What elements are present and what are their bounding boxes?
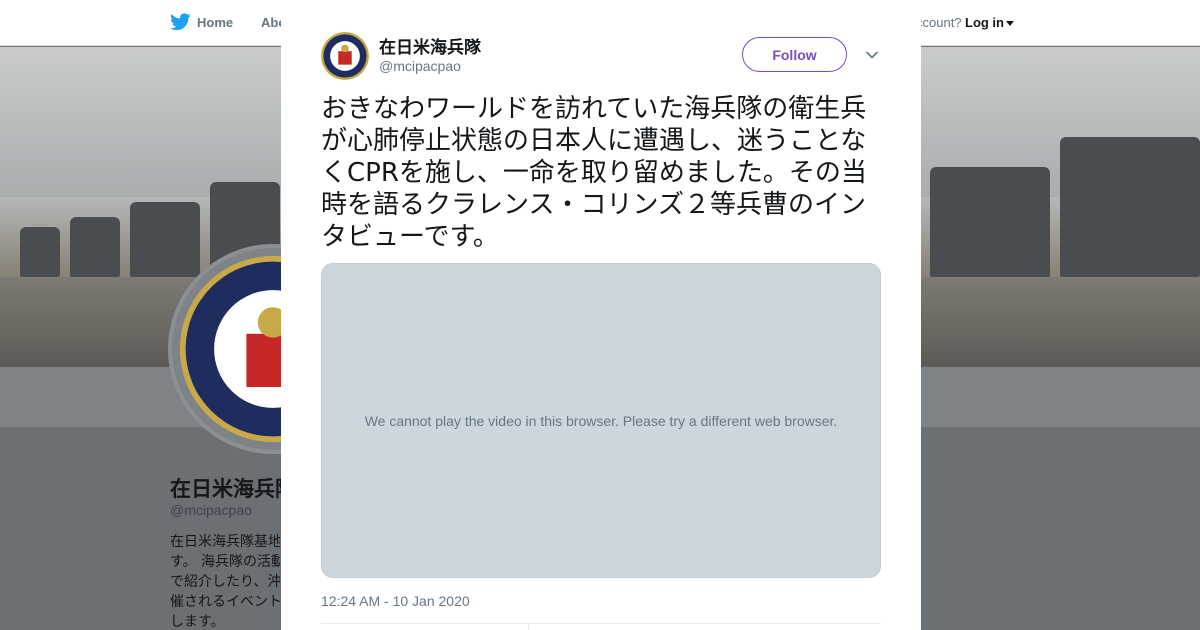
twitter-bird-icon[interactable]: [170, 13, 191, 31]
marine-corps-seal-icon: [321, 32, 369, 80]
profile-bio: 在日米海兵隊基地 す。 海兵隊の活動 で紹介したり、沖 催されるイベント します…: [170, 532, 280, 630]
bio-line: 催されるイベント: [170, 594, 280, 610]
account-prompt: ccount?: [916, 15, 962, 30]
profile-handle: @mcipacpao: [170, 502, 252, 518]
video-error-message: We cannot play the video in this browser…: [364, 412, 838, 429]
nav-home-link[interactable]: Home: [197, 15, 233, 30]
tweet-author-handle[interactable]: @mcipacpao: [379, 58, 461, 74]
tweet-text: おきなわワールドを訪れていた海兵隊の衛生兵が心肺停止状態の日本人に遭遇し、迷うこ…: [321, 94, 867, 252]
banner-aircraft: [930, 167, 1050, 277]
login-button[interactable]: Log in: [965, 15, 1014, 30]
profile-name: 在日米海兵隊: [170, 477, 296, 501]
login-label: Log in: [965, 15, 1004, 30]
banner-aircraft: [20, 227, 60, 277]
banner-aircraft: [1060, 137, 1200, 277]
divider: [528, 623, 529, 630]
tweet-modal: 在日米海兵隊 @mcipacpao Follow おきなわワールドを訪れていた海…: [281, 0, 921, 630]
tweet-timestamp[interactable]: 12:24 AM - 10 Jan 2020: [321, 593, 470, 609]
close-icon[interactable]: [1154, 12, 1178, 36]
bio-line: します。: [170, 614, 225, 630]
bio-line: 在日米海兵隊基地: [170, 534, 280, 550]
chevron-down-icon[interactable]: [865, 48, 879, 62]
caret-down-icon: [1006, 21, 1014, 27]
video-player[interactable]: We cannot play the video in this browser…: [321, 263, 881, 578]
follow-button[interactable]: Follow: [742, 37, 847, 72]
tweet-author-name[interactable]: 在日米海兵隊: [379, 33, 481, 58]
divider: [321, 623, 881, 624]
bio-line: で紹介したり、沖: [170, 574, 280, 590]
bio-line: す。 海兵隊の活動: [170, 554, 280, 570]
banner-aircraft: [70, 217, 120, 277]
tweet-author-avatar[interactable]: [321, 32, 369, 80]
